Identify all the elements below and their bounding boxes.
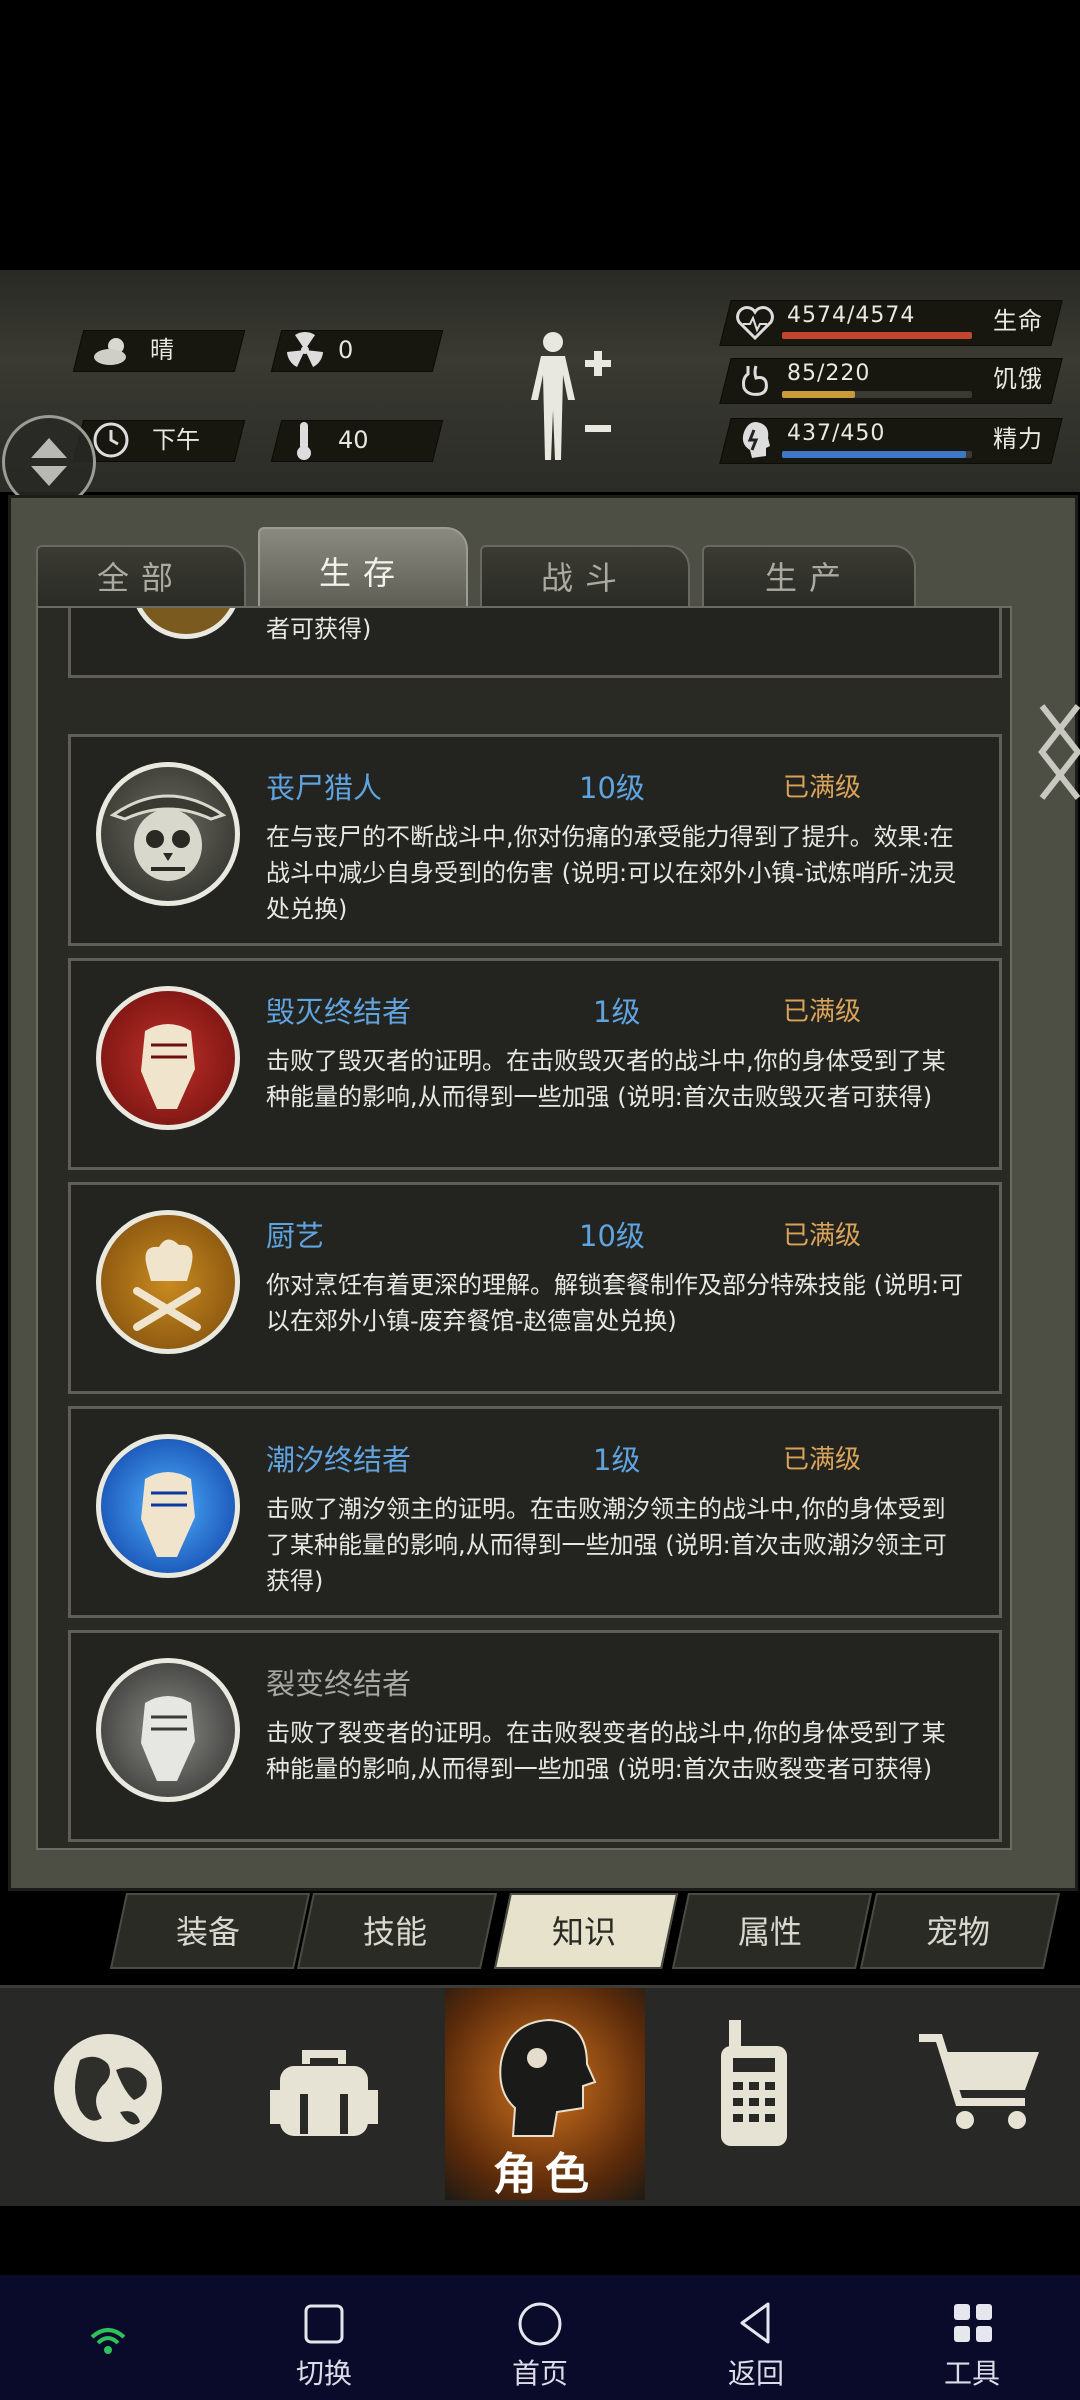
nav-character-label: 角色 — [493, 2149, 597, 2200]
globe-icon — [54, 2034, 162, 2142]
energy-bar — [782, 451, 966, 458]
tab-production[interactable]: 生产 — [702, 545, 916, 609]
list-item[interactable]: 厨艺 10级 已满级 你对烹饪有着更深的理解。解锁套餐制作及部分特殊技能 (说明… — [68, 1182, 1002, 1394]
card-description: 你对烹饪有着更深的理解。解锁套餐制作及部分特殊技能 (说明:可以在郊外小镇-废弃… — [266, 1271, 964, 1335]
nav-map-button[interactable] — [0, 1988, 216, 2200]
card-level: 10级 — [579, 771, 645, 805]
zombie-hunter-skull-icon — [96, 762, 240, 906]
card-title: 裂变终结者 — [266, 1667, 412, 1701]
subtab-equipment-label: 装备 — [175, 1913, 240, 1951]
card-title: 厨艺 — [266, 1219, 325, 1253]
stomach-icon — [742, 365, 768, 396]
radiation-icon — [287, 331, 323, 367]
subtab-attributes-label: 属性 — [737, 1913, 802, 1951]
card-description: 在与丧尸的不断战斗中,你对伤痛的承受能力得到了提升。效果:在战斗中减少自身受到的… — [266, 823, 957, 923]
card-status-badge: 已满级 — [783, 997, 862, 1027]
health-label: 生命 — [993, 307, 1043, 335]
energy-value: 437/450 — [787, 421, 886, 446]
card-status-badge: 已满级 — [783, 1221, 862, 1251]
energy-label: 精力 — [993, 425, 1043, 453]
card-level: 1级 — [593, 995, 641, 1029]
nav-shop-button[interactable] — [871, 1988, 1080, 2200]
gray-fist-icon — [96, 1658, 240, 1802]
tools-grid-icon[interactable] — [952, 2302, 994, 2344]
card-description: 者可获得) — [266, 615, 372, 643]
system-home-label[interactable]: 首页 — [480, 2352, 600, 2392]
list-item[interactable]: 毁灭终结者 1级 已满级 击败了毁灭者的证明。在击败毁灭者的战斗中,你的身体受到… — [68, 958, 1002, 1170]
close-icon[interactable] — [1038, 700, 1080, 804]
energy-head-icon — [742, 422, 770, 458]
subtab-skills-label: 技能 — [362, 1913, 427, 1951]
subtab-knowledge-label: 知识 — [551, 1913, 616, 1951]
nav-backpack-button[interactable] — [216, 1988, 442, 2200]
health-value: 4574/4574 — [787, 303, 916, 328]
system-tools-label[interactable]: 工具 — [912, 2352, 1032, 2392]
card-status-badge: 已满级 — [783, 1445, 862, 1475]
cloud-sun-icon — [94, 338, 126, 365]
card-status-badge: 已满级 — [783, 773, 862, 803]
wifi-icon — [90, 2328, 126, 2354]
thermometer-icon — [297, 422, 311, 460]
card-description: 击败了毁灭者的证明。在击败毁灭者的战斗中,你的身体受到了某种能量的影响,从而得到… — [266, 1047, 946, 1111]
home-icon[interactable] — [516, 2300, 564, 2348]
card-level: 1级 — [593, 1443, 641, 1477]
walkie-talkie-icon — [721, 2020, 787, 2146]
hunger-value: 85/220 — [787, 361, 871, 386]
card-description: 击败了裂变者的证明。在击败裂变者的战斗中,你的身体受到了某种能量的影响,从而得到… — [266, 1719, 946, 1783]
list-item[interactable]: 者可获得) — [68, 608, 1002, 678]
back-icon[interactable] — [734, 2300, 778, 2346]
card-title: 潮汐终结者 — [266, 1443, 412, 1477]
system-back-label[interactable]: 返回 — [696, 2352, 816, 2392]
time-value: 下午 — [152, 426, 200, 454]
nav-radio-button[interactable] — [645, 1988, 871, 2200]
chef-hat-icon — [96, 1210, 240, 1354]
card-description: 击败了潮汐领主的证明。在击败潮汐领主的战斗中,你的身体受到了某种能量的影响,从而… — [266, 1495, 947, 1595]
subtab-pets-label: 宠物 — [925, 1913, 990, 1951]
tab-survival[interactable]: 生存 — [258, 527, 468, 611]
radiation-value: 0 — [338, 336, 354, 364]
list-item[interactable]: 丧尸猎人 10级 已满级 在与丧尸的不断战斗中,你对伤痛的承受能力得到了提升。效… — [68, 734, 1002, 946]
medal-icon — [131, 608, 241, 639]
up-down-arrows-icon — [31, 438, 67, 486]
hunger-bar — [782, 391, 855, 398]
switch-apps-icon[interactable] — [302, 2302, 346, 2346]
character-body-icon[interactable] — [525, 330, 615, 465]
list-item[interactable]: 潮汐终结者 1级 已满级 击败了潮汐领主的证明。在击败潮汐领主的战斗中,你的身体… — [68, 1406, 1002, 1618]
shopping-cart-icon — [919, 2034, 1039, 2129]
nav-character-button[interactable]: 角色 — [445, 1988, 645, 2200]
character-head-icon — [499, 2018, 597, 2137]
card-level: 10级 — [579, 1219, 645, 1253]
tab-combat[interactable]: 战斗 — [480, 545, 690, 609]
knowledge-list[interactable]: 者可获得) 丧尸猎人 10级 已满级 在与丧尸的不断战斗中,你对伤痛的承受能力得… — [36, 606, 1012, 1850]
backpack-icon — [270, 2050, 378, 2136]
health-bar — [782, 332, 972, 339]
blue-fist-icon — [96, 1434, 240, 1578]
red-fist-icon — [96, 986, 240, 1130]
list-item[interactable]: 裂变终结者 击败了裂变者的证明。在击败裂变者的战斗中,你的身体受到了某种能量的影… — [68, 1630, 1002, 1842]
card-title: 毁灭终结者 — [266, 995, 412, 1029]
card-title: 丧尸猎人 — [266, 771, 383, 805]
clock-icon — [93, 422, 129, 458]
system-switch-label[interactable]: 切换 — [264, 2352, 384, 2392]
temperature-value: 40 — [338, 426, 369, 454]
tab-all[interactable]: 全部 — [36, 545, 246, 609]
heart-icon — [736, 306, 774, 340]
weather-value: 晴 — [150, 336, 174, 364]
hunger-label: 饥饿 — [993, 365, 1043, 393]
